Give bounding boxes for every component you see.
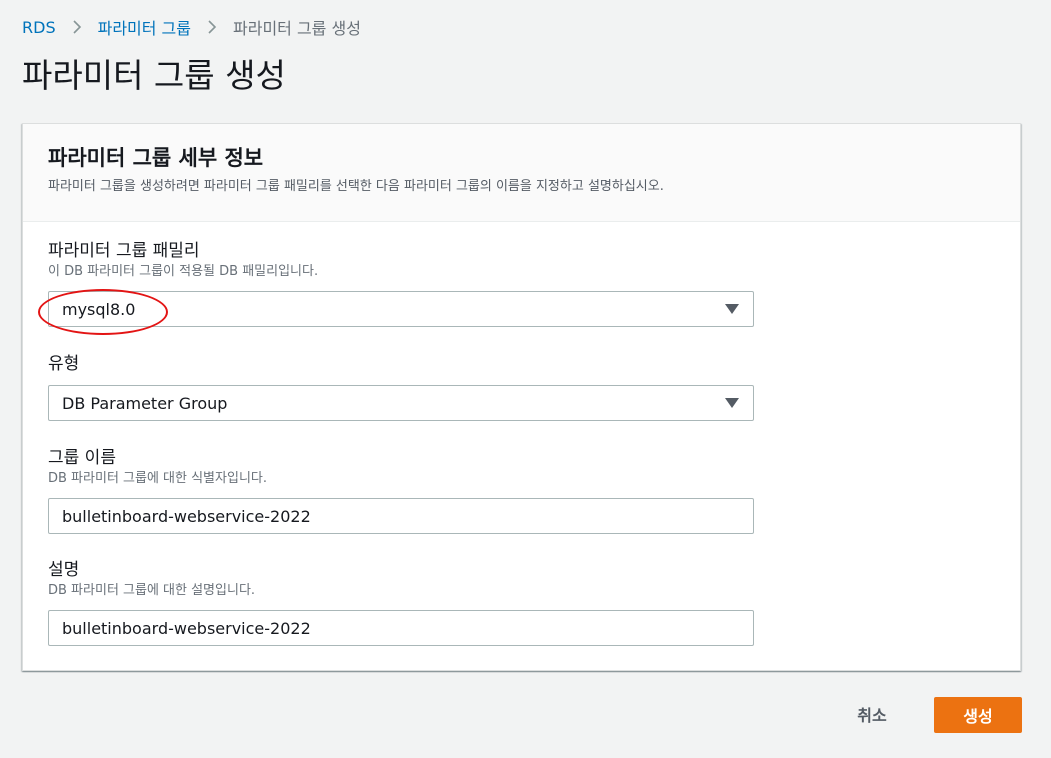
breadcrumb-current-page: 파라미터 그룹 생성	[233, 19, 361, 38]
breadcrumb-rds-link[interactable]: RDS	[22, 18, 56, 37]
type-select[interactable]: DB Parameter Group	[48, 385, 754, 421]
breadcrumb: RDS 파라미터 그룹 파라미터 그룹 생성	[22, 14, 361, 40]
cancel-button[interactable]: 취소	[839, 697, 905, 731]
type-label: 유형	[48, 354, 80, 374]
group-name-hint: DB 파라미터 그룹에 대한 식별자입니다.	[48, 471, 267, 486]
breadcrumb-parameter-groups-link[interactable]: 파라미터 그룹	[98, 15, 191, 39]
group-name-label: 그룹 이름	[48, 448, 116, 468]
parameter-group-details-panel: 파라미터 그룹 세부 정보 파라미터 그룹을 생성하려면 파라미터 그룹 패밀리…	[22, 123, 1021, 671]
group-name-field: 그룹 이름 DB 파라미터 그룹에 대한 식별자입니다.	[48, 447, 754, 534]
panel-title: 파라미터 그룹 세부 정보	[48, 146, 264, 170]
caret-down-icon	[725, 398, 739, 408]
page-title: 파라미터 그룹 생성	[22, 56, 286, 95]
description-input[interactable]	[48, 610, 754, 646]
panel-header: 파라미터 그룹 세부 정보 파라미터 그룹을 생성하려면 파라미터 그룹 패밀리…	[23, 124, 1020, 222]
group-name-input[interactable]	[48, 498, 754, 534]
caret-down-icon	[725, 304, 739, 314]
description-hint: DB 파라미터 그룹에 대한 설명입니다.	[48, 583, 256, 598]
family-hint: 이 DB 파라미터 그룹이 적용될 DB 패밀리입니다.	[48, 264, 319, 279]
description-label: 설명	[48, 560, 80, 580]
chevron-right-icon	[73, 20, 81, 34]
panel-description: 파라미터 그룹을 생성하려면 파라미터 그룹 패밀리를 선택한 다음 파라미터 …	[48, 179, 664, 194]
family-label: 파라미터 그룹 패밀리	[48, 241, 200, 261]
family-select-value: mysql8.0	[62, 299, 136, 319]
family-field: 파라미터 그룹 패밀리 이 DB 파라미터 그룹이 적용될 DB 패밀리입니다.…	[38, 240, 754, 335]
type-select-value: DB Parameter Group	[62, 393, 228, 413]
family-select[interactable]: mysql8.0	[38, 289, 754, 335]
type-field: 유형 DB Parameter Group	[48, 353, 754, 421]
create-button[interactable]: 생성	[934, 697, 1022, 733]
chevron-right-icon	[208, 20, 217, 34]
description-field: 설명 DB 파라미터 그룹에 대한 설명입니다.	[48, 559, 754, 646]
